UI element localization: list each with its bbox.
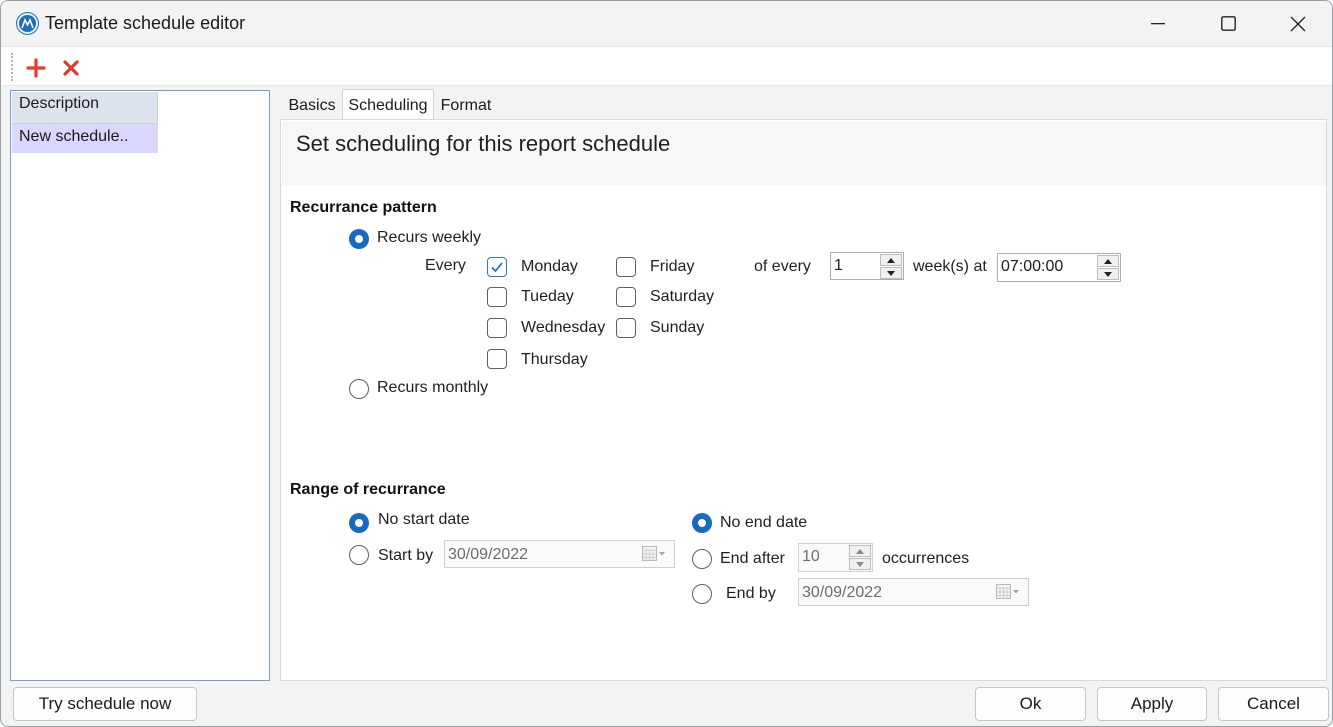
weeks-spinner[interactable]: 1 (830, 252, 904, 280)
start-by-date-picker[interactable]: 30/09/2022 (444, 540, 675, 568)
range-of-recurrance-heading: Range of recurrance (290, 481, 446, 498)
every-label: Every (425, 257, 466, 274)
wednesday-checkbox[interactable] (487, 318, 507, 338)
end-after-label[interactable]: End after (720, 550, 785, 568)
sunday-checkbox[interactable] (616, 318, 636, 338)
title-bar: Template schedule editor (1, 1, 1332, 46)
monday-label[interactable]: Monday (521, 258, 578, 276)
delete-x-icon (63, 60, 79, 76)
time-down-button[interactable] (1097, 268, 1119, 280)
friday-checkbox[interactable] (616, 257, 636, 277)
calendar-dropdown-icon[interactable] (642, 546, 666, 564)
panel-header: Set scheduling for this report schedule (282, 121, 1326, 185)
apply-button[interactable]: Apply (1097, 687, 1207, 721)
recurrance-pattern-heading: Recurrance pattern (290, 199, 437, 216)
ok-button[interactable]: Ok (975, 687, 1086, 721)
end-after-radio[interactable] (692, 549, 712, 569)
end-after-spinner-buttons (849, 545, 871, 570)
tuesday-label[interactable]: Tueday (521, 288, 574, 306)
sunday-label[interactable]: Sunday (650, 319, 704, 337)
minimize-button[interactable] (1123, 1, 1193, 46)
monday-checkbox[interactable] (487, 257, 507, 277)
friday-label[interactable]: Friday (650, 258, 694, 276)
toolbar-grip (11, 53, 13, 81)
toolbar (1, 46, 1332, 86)
window-title: Template schedule editor (45, 13, 246, 33)
of-every-label: of every (754, 258, 811, 275)
add-schedule-button[interactable] (25, 57, 47, 79)
app-logo-icon (17, 13, 38, 34)
maximize-button[interactable] (1193, 1, 1263, 46)
thursday-label[interactable]: Thursday (521, 351, 588, 369)
plus-icon (26, 58, 46, 78)
recurs-monthly-label[interactable]: Recurs monthly (377, 379, 488, 397)
time-value[interactable]: 07:00:00 (1001, 258, 1063, 276)
no-end-date-radio[interactable] (692, 513, 712, 533)
weeks-up-button[interactable] (880, 254, 902, 266)
start-by-date-value[interactable]: 30/09/2022 (448, 546, 528, 564)
wednesday-label[interactable]: Wednesday (521, 319, 605, 337)
arrow-up-icon (856, 548, 864, 554)
close-icon (1290, 16, 1306, 31)
arrow-up-icon (887, 257, 895, 263)
try-schedule-now-button[interactable]: Try schedule now (13, 687, 197, 721)
saturday-checkbox[interactable] (616, 287, 636, 307)
weeks-value[interactable]: 1 (834, 257, 843, 275)
list-column-header-description[interactable]: Description (12, 92, 158, 124)
time-spinner[interactable]: 07:00:00 (997, 253, 1121, 282)
no-end-date-label[interactable]: No end date (720, 514, 807, 532)
end-after-down-button[interactable] (849, 558, 871, 570)
arrow-down-icon (1104, 271, 1112, 277)
weeks-down-button[interactable] (880, 267, 902, 279)
maximize-icon (1220, 16, 1236, 31)
arrow-down-icon (856, 561, 864, 567)
delete-schedule-button[interactable] (60, 57, 82, 79)
schedule-list[interactable]: Description New schedule.. (10, 90, 270, 681)
cancel-button[interactable]: Cancel (1218, 687, 1329, 721)
recurs-monthly-radio[interactable] (349, 379, 369, 399)
end-by-date-picker[interactable]: 30/09/2022 (798, 578, 1029, 606)
checkmark-icon (491, 262, 503, 273)
calendar-dropdown-icon[interactable] (996, 584, 1020, 602)
saturday-label[interactable]: Saturday (650, 288, 714, 306)
arrow-up-icon (1104, 258, 1112, 264)
recurs-weekly-radio[interactable] (349, 229, 369, 249)
time-up-button[interactable] (1097, 255, 1119, 267)
occurrences-label: occurrences (882, 550, 970, 567)
weeks-at-label: week(s) at (913, 258, 987, 275)
weeks-spinner-buttons (880, 254, 902, 279)
end-by-date-value[interactable]: 30/09/2022 (802, 584, 882, 602)
no-start-date-label[interactable]: No start date (378, 511, 470, 529)
end-after-up-button[interactable] (849, 545, 871, 557)
start-by-radio[interactable] (349, 545, 369, 565)
panel-title: Set scheduling for this report schedule (296, 131, 671, 156)
no-start-date-radio[interactable] (349, 513, 369, 533)
end-after-spinner[interactable]: 10 (798, 543, 873, 572)
end-by-radio[interactable] (692, 584, 712, 604)
start-by-label[interactable]: Start by (378, 547, 433, 565)
end-by-label[interactable]: End by (726, 585, 776, 603)
tab-basics[interactable]: Basics (282, 90, 342, 120)
close-window-button[interactable] (1263, 1, 1332, 46)
end-after-value[interactable]: 10 (802, 548, 820, 566)
time-spinner-buttons (1097, 255, 1119, 280)
schedule-editor-window: Template schedule editor Description New… (0, 0, 1333, 727)
recurs-weekly-label[interactable]: Recurs weekly (377, 229, 481, 247)
tab-scheduling[interactable]: Scheduling (342, 89, 434, 120)
thursday-checkbox[interactable] (487, 349, 507, 369)
tab-format[interactable]: Format (435, 90, 497, 120)
arrow-down-icon (887, 270, 895, 276)
minimize-icon (1151, 22, 1165, 24)
tuesday-checkbox[interactable] (487, 287, 507, 307)
list-item[interactable]: New schedule.. (12, 124, 158, 153)
